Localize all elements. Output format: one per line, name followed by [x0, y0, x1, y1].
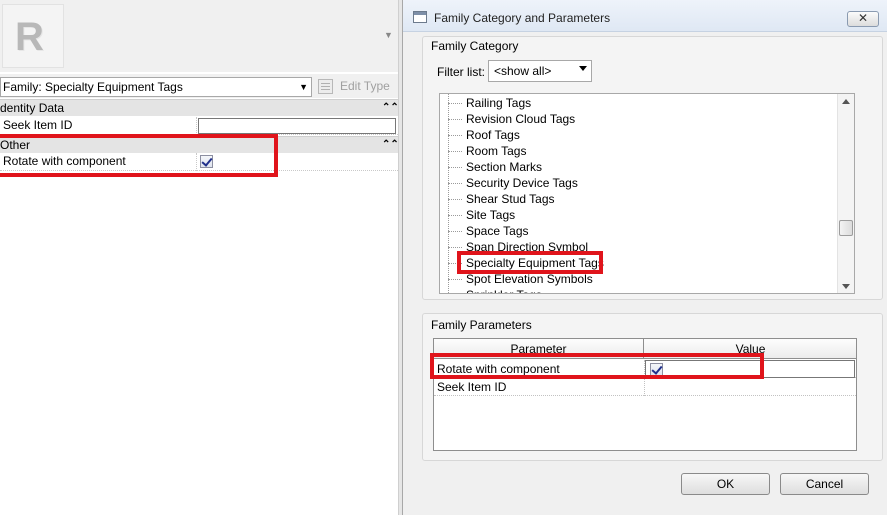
- tree-connector-line: [448, 119, 462, 120]
- dialog-titlebar[interactable]: Family Category and Parameters ✕: [403, 0, 887, 32]
- ok-button[interactable]: OK: [681, 473, 770, 495]
- seek-item-id-input[interactable]: [198, 118, 396, 134]
- group-header-identity-data[interactable]: dentity Data ⌃⌃: [0, 99, 399, 116]
- highlight-box-parameter: [430, 353, 764, 379]
- dialog-title: Family Category and Parameters: [434, 11, 611, 25]
- tree-connector-line: [448, 94, 449, 293]
- tree-item-label: Room Tags: [466, 144, 527, 158]
- tree-connector-line: [448, 135, 462, 136]
- tree-connector-line: [448, 103, 462, 104]
- family-type-image: R: [2, 4, 64, 68]
- tree-item-label: Revision Cloud Tags: [466, 112, 576, 126]
- tree-item-label: Security Device Tags: [466, 176, 578, 190]
- tree-scrollbar[interactable]: [837, 94, 854, 293]
- family-category-dialog: Family Category and Parameters ✕ Family …: [402, 0, 887, 515]
- tree-connector-line: [448, 183, 462, 184]
- tree-item-label: Section Marks: [466, 160, 543, 174]
- tree-item-label: Shear Stud Tags: [466, 192, 555, 206]
- group-header-label: dentity Data: [0, 101, 65, 115]
- property-label: Seek Item ID: [3, 118, 73, 132]
- highlight-box-category: [457, 251, 603, 274]
- tree-connector-line: [448, 151, 462, 152]
- close-button[interactable]: ✕: [847, 11, 879, 27]
- tree-connector-line: [448, 279, 462, 280]
- parameter-name: Seek Item ID: [437, 380, 507, 394]
- type-selector-label: Family: Specialty Equipment Tags: [3, 80, 183, 94]
- table-row[interactable]: Seek Item ID: [434, 378, 856, 396]
- highlight-box-left: [0, 134, 278, 177]
- filter-list-dropdown[interactable]: <show all>: [488, 60, 592, 82]
- tree-item-label: Space Tags: [466, 224, 529, 238]
- type-selector-dropdown[interactable]: Family: Specialty Equipment Tags ▼: [0, 77, 312, 97]
- tree-item-label: Roof Tags: [466, 128, 520, 142]
- property-row-seek-item-id: Seek Item ID: [0, 117, 398, 135]
- tree-connector-line: [448, 247, 462, 248]
- chevron-down-icon: [579, 66, 587, 71]
- edit-type-icon: [318, 79, 333, 94]
- tree-item-label: Site Tags: [466, 208, 516, 222]
- family-parameters-title: Family Parameters: [431, 318, 532, 332]
- revit-logo-icon: R: [15, 15, 44, 59]
- edit-type-label: Edit Type: [340, 79, 390, 93]
- column-divider: [196, 117, 197, 135]
- palette-dropdown-icon[interactable]: ▼: [384, 30, 393, 40]
- tree-connector-line: [448, 199, 462, 200]
- tree-item-label: Railing Tags: [466, 96, 532, 110]
- tree-connector-line: [448, 167, 462, 168]
- filter-list-label: Filter list:: [437, 65, 485, 79]
- collapse-icon[interactable]: ⌃⌃: [382, 137, 399, 153]
- window-icon: [413, 11, 427, 23]
- chevron-down-icon: ▼: [299, 82, 308, 92]
- family-category-title: Family Category: [431, 39, 519, 53]
- edit-type-button[interactable]: Edit Type: [318, 77, 396, 97]
- collapse-icon[interactable]: ⌃⌃: [382, 100, 399, 116]
- tree-item-label: Sprinkler Tags: [466, 287, 542, 293]
- tree-connector-line: [448, 215, 462, 216]
- scroll-up-icon[interactable]: [842, 99, 850, 104]
- type-preview-area: R ▼: [0, 0, 398, 72]
- scroll-thumb[interactable]: [839, 220, 853, 236]
- cancel-button[interactable]: Cancel: [780, 473, 869, 495]
- properties-palette: R ▼ Family: Specialty Equipment Tags ▼ E…: [0, 0, 399, 515]
- column-divider: [644, 378, 645, 396]
- filter-list-value: <show all>: [494, 64, 552, 78]
- scroll-down-icon[interactable]: [842, 284, 850, 289]
- tree-connector-line: [448, 231, 462, 232]
